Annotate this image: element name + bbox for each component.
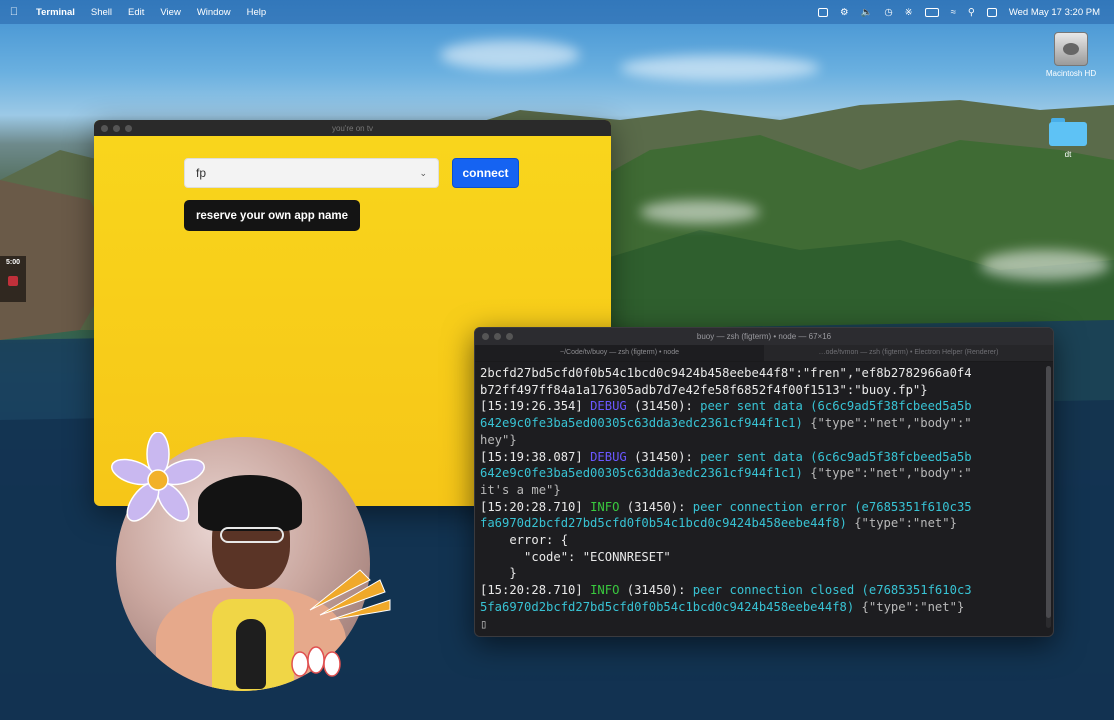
terminal-text-segment: {"type":"net"} [846, 516, 957, 531]
app-window-title: you're on tv [331, 123, 374, 133]
terminal-window: buoy — zsh (figterm) • node — 67×16 ~/Co… [474, 327, 1054, 637]
terminal-text-segment: it's a me"} [480, 482, 561, 497]
volume-icon[interactable]: 🔈 [861, 7, 873, 18]
terminal-text-segment: DEBUG [590, 399, 627, 414]
terminal-line: error: { [480, 532, 1049, 549]
terminal-text-segment: peer sent data (6c6c9ad5f38fcbeed5a5b [700, 449, 972, 464]
terminal-text-segment: (31450): [626, 449, 701, 464]
terminal-text-segment: INFO [590, 499, 620, 514]
terminal-tab-bar: ~/Code/tv/buoy — zsh (figterm) • node …o… [475, 345, 1053, 362]
app-name-select-value: fp [196, 166, 207, 180]
scrollbar-thumb[interactable] [1046, 366, 1051, 618]
app-name-select[interactable]: fp ⌄ [184, 158, 439, 188]
control-center-icon[interactable] [986, 7, 997, 17]
flower-sticker [111, 432, 205, 522]
terminal-text-segment: peer sent data (6c6c9ad5f38fcbeed5a5b [700, 399, 972, 414]
terminal-text-segment: "code": "ECONNRESET" [480, 549, 671, 564]
connect-button[interactable]: connect [452, 158, 519, 188]
search-icon[interactable]: ⚲ [968, 7, 975, 18]
menu-bar:  Terminal Shell Edit View Window Help ⚙… [0, 0, 1114, 24]
terminal-text-segment: hey"} [480, 432, 517, 447]
app-titlebar[interactable]: you're on tv [94, 120, 611, 136]
stop-recording-icon[interactable] [8, 276, 18, 286]
terminal-text-segment: 2bcfd27bd5cfd0f0b54c1bcd0c9424b458eebe44… [480, 366, 972, 380]
desktop-icon-label: dt [1064, 150, 1072, 159]
glasses [220, 527, 284, 543]
terminal-text-segment: [15:19:38.087] [480, 449, 591, 464]
menu-app-name[interactable]: Terminal [28, 7, 83, 18]
terminal-text-segment: 642e9c0fe3ba5ed00305c63dda3edc2361cf944f… [480, 416, 803, 431]
menu-window[interactable]: Window [189, 7, 239, 18]
chevron-down-icon: ⌄ [419, 167, 427, 178]
terminal-line: 2bcfd27bd5cfd0f0b54c1bcd0c9424b458eebe44… [480, 365, 1049, 382]
terminal-text-segment: 5fa6970d2bcfd27bd5cfd0f0b54c1bcd0c9424b4… [480, 599, 855, 614]
terminal-line: it's a me"} [480, 482, 1049, 499]
terminal-line: 642e9c0fe3ba5ed00305c63dda3edc2361cf944f… [480, 415, 1049, 432]
terminal-line: ▯ [480, 616, 1049, 633]
gear-icon[interactable]: ⚙ [840, 7, 849, 18]
terminal-line: } [480, 565, 1049, 582]
terminal-text-segment: INFO [590, 583, 620, 598]
terminal-text-segment: ▯ [480, 616, 488, 631]
recording-timer: 5:00 [5, 259, 20, 266]
bluetooth-icon[interactable]: ※ [905, 7, 913, 18]
folder-icon [1049, 118, 1087, 146]
terminal-scrollbar[interactable] [1046, 366, 1051, 628]
terminal-line: "code": "ECONNRESET" [480, 549, 1049, 566]
terminal-line: fa6970d2bcfd27bd5cfd0f0b54c1bcd0c9424b45… [480, 515, 1049, 532]
terminal-text-segment: peer connection closed (e7685351f610c3 [692, 583, 972, 598]
clock-icon[interactable]: ◷ [884, 7, 892, 18]
terminal-line: [15:20:28.710] INFO (31450): peer connec… [480, 499, 1049, 516]
terminal-output[interactable]: 2bcfd27bd5cfd0f0b54c1bcd0c9424b458eebe44… [475, 362, 1053, 632]
terminal-text-segment: error: { [480, 533, 569, 548]
terminal-text-segment: DEBUG [590, 449, 627, 464]
terminal-text-segment: fa6970d2bcfd27bd5cfd0f0b54c1bcd0c9424b45… [480, 516, 847, 531]
terminal-text-segment: peer connection error (e7685351f610c35 [692, 499, 972, 514]
terminal-text-segment: {"type":"net","body":" [802, 466, 972, 481]
terminal-text-segment: } [480, 566, 517, 581]
terminal-text-segment: [15:19:26.354] [480, 399, 591, 414]
wifi-icon[interactable]: ≈ [951, 7, 956, 18]
terminal-title: buoy — zsh (figterm) • node — 67×16 [696, 332, 832, 341]
terminal-text-segment: 642e9c0fe3ba5ed00305c63dda3edc2361cf944f… [480, 466, 803, 481]
terminal-line: [15:20:28.710] INFO (31450): peer connec… [480, 582, 1049, 599]
terminal-text-segment: [15:20:28.710] [480, 583, 591, 598]
terminal-tab-tvmon[interactable]: …ode/tvmon — zsh (figterm) • Electron He… [764, 345, 1053, 361]
reserve-app-name-button[interactable]: reserve your own app name [184, 200, 360, 231]
terminal-line: 642e9c0fe3ba5ed00305c63dda3edc2361cf944f… [480, 465, 1049, 482]
sidebar-toggle-icon[interactable] [817, 7, 828, 17]
terminal-line: [15:19:38.087] DEBUG (31450): peer sent … [480, 449, 1049, 466]
desktop-icon-macintosh-hd[interactable]: Macintosh HD [1041, 32, 1101, 78]
terminal-titlebar[interactable]: buoy — zsh (figterm) • node — 67×16 [475, 328, 1053, 345]
menu-shell[interactable]: Shell [83, 7, 120, 18]
menu-edit[interactable]: Edit [120, 7, 152, 18]
terminal-line: hey"} [480, 432, 1049, 449]
terminal-text-segment: b72ff497ff84a1a176305adb7d7e42fe58f6852f… [480, 382, 928, 397]
desktop-icon-label: Macintosh HD [1045, 69, 1097, 78]
white-flower-sticker [291, 646, 341, 677]
microphone [236, 619, 266, 689]
terminal-tab-buoy[interactable]: ~/Code/tv/buoy — zsh (figterm) • node [475, 345, 764, 361]
menu-view[interactable]: View [152, 7, 188, 18]
battery-icon[interactable] [924, 7, 939, 17]
menu-help[interactable]: Help [239, 7, 275, 18]
golden-flower-sticker [309, 569, 391, 621]
terminal-text-segment: [15:20:28.710] [480, 499, 591, 514]
terminal-text-segment: {"type":"net","body":" [802, 416, 972, 431]
terminal-line: [15:19:26.354] DEBUG (31450): peer sent … [480, 398, 1049, 415]
recording-widget[interactable]: 5:00 [0, 256, 26, 302]
menubar-datetime[interactable]: Wed May 17 3:20 PM [1009, 7, 1100, 18]
desktop-icon-dt[interactable]: dt [1038, 118, 1098, 159]
hard-drive-icon [1054, 32, 1088, 66]
terminal-line: 5fa6970d2bcfd27bd5cfd0f0b54c1bcd0c9424b4… [480, 599, 1049, 616]
terminal-text-segment: (31450): [619, 499, 693, 514]
apple-menu-icon[interactable]:  [0, 6, 28, 18]
terminal-text-segment: (31450): [626, 399, 701, 414]
terminal-text-segment: {"type":"net"} [854, 599, 965, 614]
terminal-text-segment: (31450): [619, 583, 693, 598]
terminal-line: b72ff497ff84a1a176305adb7d7e42fe58f6852f… [480, 382, 1049, 399]
